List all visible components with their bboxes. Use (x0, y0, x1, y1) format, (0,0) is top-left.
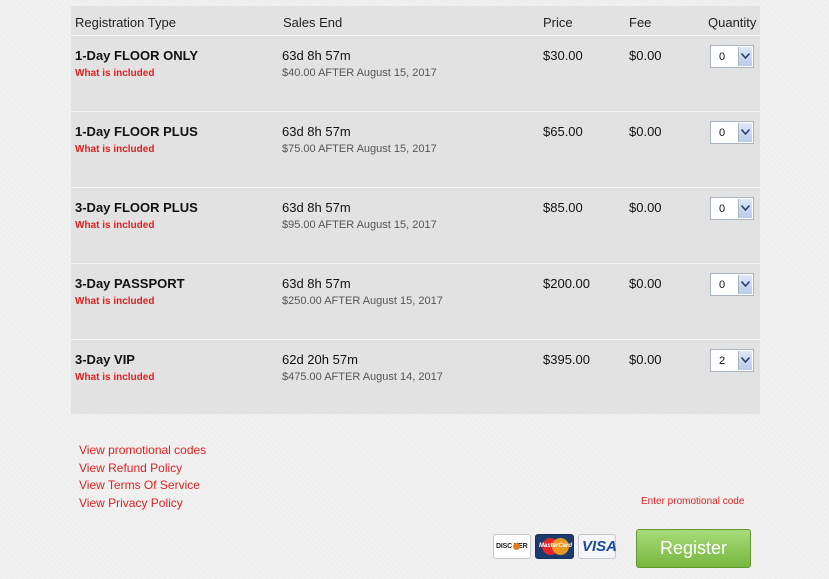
ticket-name: 3-Day FLOOR PLUS (75, 200, 198, 215)
view-privacy-policy-link[interactable]: View Privacy Policy (79, 495, 206, 513)
table-row: 3-Day VIP What is included 62d 20h 57m $… (71, 340, 760, 415)
chevron-down-icon[interactable] (738, 275, 752, 294)
header-sales-end: Sales End (283, 15, 343, 30)
mastercard-label: MasterCard (539, 543, 573, 549)
ticket-price: $200.00 (543, 276, 590, 291)
what-is-included-link[interactable]: What is included (75, 372, 154, 383)
ticket-price: $30.00 (543, 48, 583, 63)
table-row: 3-Day PASSPORT What is included 63d 8h 5… (71, 264, 760, 340)
quantity-value: 0 (719, 127, 726, 139)
header-quantity: Quantity (708, 15, 757, 30)
what-is-included-link[interactable]: What is included (75, 220, 154, 231)
price-after-date: $95.00 AFTER August 15, 2017 (282, 219, 437, 231)
ticket-name: 1-Day FLOOR PLUS (75, 124, 198, 139)
price-after-date: $75.00 AFTER August 15, 2017 (282, 143, 437, 155)
quantity-value: 0 (719, 203, 726, 215)
table-row: 1-Day FLOOR PLUS What is included 63d 8h… (71, 112, 760, 188)
enter-promotional-code-link[interactable]: Enter promotional code (641, 496, 744, 507)
sales-end-countdown: 63d 8h 57m (282, 124, 351, 139)
ticket-name: 3-Day PASSPORT (75, 276, 185, 291)
sales-end-countdown: 62d 20h 57m (282, 352, 358, 367)
sales-end-countdown: 63d 8h 57m (282, 276, 351, 291)
ticket-fee: $0.00 (629, 124, 662, 139)
ticket-fee: $0.00 (629, 352, 662, 367)
header-price: Price (543, 15, 573, 30)
policy-links: View promotional codes View Refund Polic… (79, 442, 206, 512)
discover-dot (513, 543, 520, 550)
view-refund-policy-link[interactable]: View Refund Policy (79, 460, 206, 478)
header-fee: Fee (629, 15, 652, 30)
quantity-select[interactable]: 2 (710, 349, 754, 372)
ticket-price: $65.00 (543, 124, 583, 139)
ticket-name: 3-Day VIP (75, 352, 135, 367)
sales-end-countdown: 63d 8h 57m (282, 48, 351, 63)
mastercard-icon: MasterCard (535, 534, 574, 559)
discover-card-icon: DISC VER (493, 534, 531, 559)
quantity-select[interactable]: 0 (710, 121, 754, 144)
discover-card-label: DISC VER (496, 543, 528, 550)
quantity-value: 0 (719, 51, 726, 63)
what-is-included-link[interactable]: What is included (75, 296, 154, 307)
ticket-name: 1-Day FLOOR ONLY (75, 48, 199, 63)
quantity-value: 0 (719, 279, 726, 291)
view-terms-of-service-link[interactable]: View Terms Of Service (79, 477, 206, 495)
ticket-fee: $0.00 (629, 276, 662, 291)
quantity-select[interactable]: 0 (710, 273, 754, 296)
table-row: 1-Day FLOOR ONLY What is included 63d 8h… (71, 36, 760, 112)
registration-table: Registration Type Sales End Price Fee Qu… (71, 6, 760, 414)
quantity-value: 2 (719, 355, 726, 367)
table-header: Registration Type Sales End Price Fee Qu… (71, 6, 760, 36)
chevron-down-icon[interactable] (738, 47, 752, 66)
chevron-down-icon[interactable] (738, 351, 752, 370)
sales-end-countdown: 63d 8h 57m (282, 200, 351, 215)
chevron-down-icon[interactable] (738, 199, 752, 218)
register-button[interactable]: Register (636, 529, 751, 568)
ticket-price: $85.00 (543, 200, 583, 215)
price-after-date: $250.00 AFTER August 15, 2017 (282, 295, 443, 307)
visa-label: VISA (582, 538, 618, 555)
price-after-date: $475.00 AFTER August 14, 2017 (282, 371, 443, 383)
price-after-date: $40.00 AFTER August 15, 2017 (282, 67, 437, 79)
view-promotional-codes-link[interactable]: View promotional codes (79, 442, 206, 460)
ticket-fee: $0.00 (629, 48, 662, 63)
visa-card-icon: VISA (578, 534, 618, 559)
ticket-fee: $0.00 (629, 200, 662, 215)
table-row: 3-Day FLOOR PLUS What is included 63d 8h… (71, 188, 760, 264)
ticket-price: $395.00 (543, 352, 590, 367)
what-is-included-link[interactable]: What is included (75, 68, 154, 79)
quantity-select[interactable]: 0 (710, 197, 754, 220)
header-registration-type: Registration Type (75, 15, 176, 30)
quantity-select[interactable]: 0 (710, 45, 754, 68)
chevron-down-icon[interactable] (738, 123, 752, 142)
what-is-included-link[interactable]: What is included (75, 144, 154, 155)
